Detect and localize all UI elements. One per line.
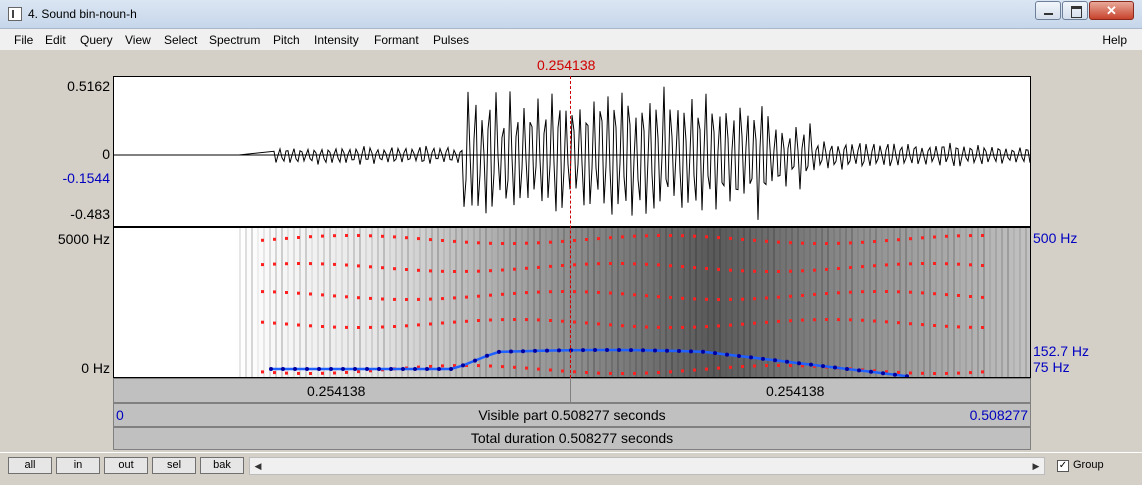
spectrogram-freq-min: 0 Hz [81,360,110,376]
spectrogram-panel[interactable] [113,227,1031,378]
waveform-trace [114,86,1030,220]
visible-end-time: 0.508277 [969,407,1028,423]
menu-formant[interactable]: Formant [374,33,419,47]
spectrogram-freq-max: 5000 Hz [57,231,110,247]
zoom-out-button[interactable]: out [104,457,148,474]
group-label: Group [1073,459,1104,471]
waveform-plot [114,86,1030,220]
visible-part-bar[interactable]: 0 Visible part 0.508277 seconds 0.508277 [113,403,1031,427]
pitch-value-label: 152.7 Hz [1033,343,1090,359]
total-duration-bar[interactable]: Total duration 0.508277 seconds [113,427,1031,450]
waveform-y-zero: 0 [102,146,110,162]
menu-pulses[interactable]: Pulses [433,33,469,47]
spectrogram-plot [114,228,1030,377]
zoom-back-button[interactable]: bak [200,457,244,474]
pitch-floor-label: 75 Hz [1033,359,1070,375]
title-bar: 4. Sound bin-noun-h [0,0,1142,29]
menu-help[interactable]: Help [1102,33,1127,47]
waveform-y-cursor: -0.1544 [62,170,110,186]
menu-query[interactable]: Query [80,33,113,47]
menu-intensity[interactable]: Intensity [314,33,359,47]
selection-divider [570,379,571,403]
menu-select[interactable]: Select [164,33,197,47]
zoom-all-button[interactable]: all [8,457,52,474]
selection-time-bar[interactable]: 0.254138 0.254138 [113,378,1031,403]
zoom-sel-button[interactable]: sel [152,457,196,474]
menu-spectrum[interactable]: Spectrum [209,33,260,47]
total-duration-label: Total duration 0.508277 seconds [470,430,674,446]
group-checkbox[interactable]: ✓ [1057,460,1069,472]
close-button[interactable] [1089,1,1134,20]
menu-edit[interactable]: Edit [45,33,66,47]
window-title: 4. Sound bin-noun-h [28,7,137,21]
selection-left-time: 0.254138 [307,383,366,399]
bottom-toolbar: all in out sel bak ◀ ▶ ✓ Group [0,452,1142,485]
menu-bar: File Edit Query View Select Spectrum Pit… [0,29,1142,50]
scroll-left-arrow-icon[interactable]: ◀ [250,458,266,474]
visible-part-label: Visible part 0.508277 seconds [478,407,666,423]
menu-file[interactable]: File [14,33,33,47]
waveform-y-max: 0.5162 [67,78,110,94]
scroll-right-arrow-icon[interactable]: ▶ [1028,458,1044,474]
selection-right-time: 0.254138 [766,383,825,399]
cursor-line[interactable] [570,76,571,378]
cursor-time-label: 0.254138 [537,57,596,73]
app-icon[interactable] [8,7,22,21]
menu-pitch[interactable]: Pitch [273,33,300,47]
menu-view[interactable]: View [125,33,151,47]
maximize-button[interactable] [1062,1,1088,20]
minimize-button[interactable] [1035,1,1061,20]
time-scrollbar[interactable]: ◀ ▶ [249,457,1045,475]
pitch-ceiling-label: 500 Hz [1033,230,1078,246]
zoom-in-button[interactable]: in [56,457,100,474]
waveform-panel[interactable] [113,76,1031,227]
waveform-y-min: -0.483 [70,206,110,222]
